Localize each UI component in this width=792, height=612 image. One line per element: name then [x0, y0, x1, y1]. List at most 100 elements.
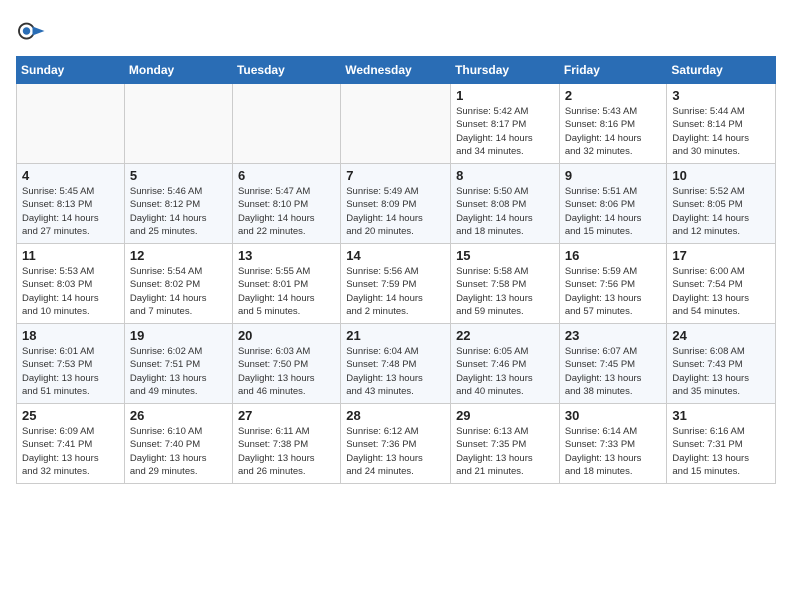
day-info: Sunrise: 6:11 AM Sunset: 7:38 PM Dayligh…	[238, 425, 335, 478]
day-number: 31	[672, 408, 770, 423]
logo-icon	[16, 16, 46, 46]
day-number: 13	[238, 248, 335, 263]
day-number: 2	[565, 88, 662, 103]
day-info: Sunrise: 5:58 AM Sunset: 7:58 PM Dayligh…	[456, 265, 554, 318]
calendar-cell	[232, 84, 340, 164]
day-info: Sunrise: 5:46 AM Sunset: 8:12 PM Dayligh…	[130, 185, 227, 238]
calendar-cell: 24 Sunrise: 6:08 AM Sunset: 7:43 PM Dayli…	[667, 324, 776, 404]
day-number: 14	[346, 248, 445, 263]
day-info: Sunrise: 6:10 AM Sunset: 7:40 PM Dayligh…	[130, 425, 227, 478]
day-info: Sunrise: 5:51 AM Sunset: 8:06 PM Dayligh…	[565, 185, 662, 238]
day-number: 9	[565, 168, 662, 183]
calendar-cell: 9 Sunrise: 5:51 AM Sunset: 8:06 PM Daylig…	[559, 164, 667, 244]
calendar-cell: 3 Sunrise: 5:44 AM Sunset: 8:14 PM Daylig…	[667, 84, 776, 164]
day-number: 29	[456, 408, 554, 423]
calendar-cell: 2 Sunrise: 5:43 AM Sunset: 8:16 PM Daylig…	[559, 84, 667, 164]
calendar-cell: 7Sunrise: 5:49 AM Sunset: 8:09 PM Daylig…	[341, 164, 451, 244]
calendar-cell: 23 Sunrise: 6:07 AM Sunset: 7:45 PM Dayli…	[559, 324, 667, 404]
day-number: 28	[346, 408, 445, 423]
day-info: Sunrise: 5:59 AM Sunset: 7:56 PM Dayligh…	[565, 265, 662, 318]
day-number: 11	[22, 248, 119, 263]
weekday-header-monday: Monday	[124, 57, 232, 84]
day-info: Sunrise: 5:53 AM Sunset: 8:03 PM Dayligh…	[22, 265, 119, 318]
day-number: 17	[672, 248, 770, 263]
day-info: Sunrise: 6:02 AM Sunset: 7:51 PM Dayligh…	[130, 345, 227, 398]
day-number: 8	[456, 168, 554, 183]
calendar-cell: 25 Sunrise: 6:09 AM Sunset: 7:41 PM Dayli…	[17, 404, 125, 484]
week-row-4: 18Sunrise: 6:01 AM Sunset: 7:53 PM Dayli…	[17, 324, 776, 404]
calendar-table: SundayMondayTuesdayWednesdayThursdayFrid…	[16, 56, 776, 484]
week-row-3: 11 Sunrise: 5:53 AM Sunset: 8:03 PM Dayli…	[17, 244, 776, 324]
day-info: Sunrise: 5:42 AM Sunset: 8:17 PM Dayligh…	[456, 105, 554, 158]
day-info: Sunrise: 6:01 AM Sunset: 7:53 PM Dayligh…	[22, 345, 119, 398]
day-info: Sunrise: 6:00 AM Sunset: 7:54 PM Dayligh…	[672, 265, 770, 318]
calendar-cell: 5 Sunrise: 5:46 AM Sunset: 8:12 PM Daylig…	[124, 164, 232, 244]
calendar-cell: 6Sunrise: 5:47 AM Sunset: 8:10 PM Daylig…	[232, 164, 340, 244]
calendar-cell: 11 Sunrise: 5:53 AM Sunset: 8:03 PM Dayli…	[17, 244, 125, 324]
weekday-header-sunday: Sunday	[17, 57, 125, 84]
day-info: Sunrise: 6:09 AM Sunset: 7:41 PM Dayligh…	[22, 425, 119, 478]
day-info: Sunrise: 6:07 AM Sunset: 7:45 PM Dayligh…	[565, 345, 662, 398]
day-info: Sunrise: 6:08 AM Sunset: 7:43 PM Dayligh…	[672, 345, 770, 398]
day-info: Sunrise: 6:04 AM Sunset: 7:48 PM Dayligh…	[346, 345, 445, 398]
day-info: Sunrise: 5:44 AM Sunset: 8:14 PM Dayligh…	[672, 105, 770, 158]
day-number: 15	[456, 248, 554, 263]
calendar-cell: 22 Sunrise: 6:05 AM Sunset: 7:46 PM Dayli…	[451, 324, 560, 404]
calendar-cell: 16Sunrise: 5:59 AM Sunset: 7:56 PM Dayli…	[559, 244, 667, 324]
calendar-cell: 10 Sunrise: 5:52 AM Sunset: 8:05 PM Dayli…	[667, 164, 776, 244]
calendar-cell: 29 Sunrise: 6:13 AM Sunset: 7:35 PM Dayli…	[451, 404, 560, 484]
day-number: 5	[130, 168, 227, 183]
day-number: 10	[672, 168, 770, 183]
calendar-cell: 12Sunrise: 5:54 AM Sunset: 8:02 PM Dayli…	[124, 244, 232, 324]
calendar-cell: 4Sunrise: 5:45 AM Sunset: 8:13 PM Daylig…	[17, 164, 125, 244]
week-row-1: 1 Sunrise: 5:42 AM Sunset: 8:17 PM Daylig…	[17, 84, 776, 164]
day-number: 25	[22, 408, 119, 423]
calendar-cell: 30Sunrise: 6:14 AM Sunset: 7:33 PM Dayli…	[559, 404, 667, 484]
week-row-2: 4Sunrise: 5:45 AM Sunset: 8:13 PM Daylig…	[17, 164, 776, 244]
calendar-cell: 17 Sunrise: 6:00 AM Sunset: 7:54 PM Dayli…	[667, 244, 776, 324]
weekday-header-row: SundayMondayTuesdayWednesdayThursdayFrid…	[17, 57, 776, 84]
day-info: Sunrise: 5:54 AM Sunset: 8:02 PM Dayligh…	[130, 265, 227, 318]
calendar-cell: 8 Sunrise: 5:50 AM Sunset: 8:08 PM Daylig…	[451, 164, 560, 244]
day-number: 3	[672, 88, 770, 103]
day-info: Sunrise: 5:55 AM Sunset: 8:01 PM Dayligh…	[238, 265, 335, 318]
day-number: 21	[346, 328, 445, 343]
day-info: Sunrise: 5:52 AM Sunset: 8:05 PM Dayligh…	[672, 185, 770, 238]
calendar-cell: 20 Sunrise: 6:03 AM Sunset: 7:50 PM Dayli…	[232, 324, 340, 404]
weekday-header-thursday: Thursday	[451, 57, 560, 84]
day-info: Sunrise: 5:43 AM Sunset: 8:16 PM Dayligh…	[565, 105, 662, 158]
day-info: Sunrise: 6:14 AM Sunset: 7:33 PM Dayligh…	[565, 425, 662, 478]
weekday-header-saturday: Saturday	[667, 57, 776, 84]
calendar-cell: 28 Sunrise: 6:12 AM Sunset: 7:36 PM Dayli…	[341, 404, 451, 484]
day-number: 26	[130, 408, 227, 423]
week-row-5: 25 Sunrise: 6:09 AM Sunset: 7:41 PM Dayli…	[17, 404, 776, 484]
day-number: 19	[130, 328, 227, 343]
weekday-header-tuesday: Tuesday	[232, 57, 340, 84]
calendar-cell: 1 Sunrise: 5:42 AM Sunset: 8:17 PM Daylig…	[451, 84, 560, 164]
calendar-cell: 14Sunrise: 5:56 AM Sunset: 7:59 PM Dayli…	[341, 244, 451, 324]
day-info: Sunrise: 6:12 AM Sunset: 7:36 PM Dayligh…	[346, 425, 445, 478]
calendar-cell	[124, 84, 232, 164]
day-number: 23	[565, 328, 662, 343]
logo	[16, 16, 50, 46]
calendar-cell: 21 Sunrise: 6:04 AM Sunset: 7:48 PM Dayli…	[341, 324, 451, 404]
day-info: Sunrise: 6:13 AM Sunset: 7:35 PM Dayligh…	[456, 425, 554, 478]
day-info: Sunrise: 5:50 AM Sunset: 8:08 PM Dayligh…	[456, 185, 554, 238]
day-info: Sunrise: 5:47 AM Sunset: 8:10 PM Dayligh…	[238, 185, 335, 238]
day-number: 1	[456, 88, 554, 103]
calendar-cell: 19 Sunrise: 6:02 AM Sunset: 7:51 PM Dayli…	[124, 324, 232, 404]
day-info: Sunrise: 6:03 AM Sunset: 7:50 PM Dayligh…	[238, 345, 335, 398]
day-info: Sunrise: 6:05 AM Sunset: 7:46 PM Dayligh…	[456, 345, 554, 398]
weekday-header-friday: Friday	[559, 57, 667, 84]
day-info: Sunrise: 6:16 AM Sunset: 7:31 PM Dayligh…	[672, 425, 770, 478]
day-number: 24	[672, 328, 770, 343]
day-info: Sunrise: 5:45 AM Sunset: 8:13 PM Dayligh…	[22, 185, 119, 238]
day-number: 20	[238, 328, 335, 343]
calendar-cell: 15 Sunrise: 5:58 AM Sunset: 7:58 PM Dayli…	[451, 244, 560, 324]
calendar-cell: 13 Sunrise: 5:55 AM Sunset: 8:01 PM Dayli…	[232, 244, 340, 324]
day-info: Sunrise: 5:49 AM Sunset: 8:09 PM Dayligh…	[346, 185, 445, 238]
weekday-header-wednesday: Wednesday	[341, 57, 451, 84]
day-number: 22	[456, 328, 554, 343]
calendar-cell: 18Sunrise: 6:01 AM Sunset: 7:53 PM Dayli…	[17, 324, 125, 404]
calendar-cell	[341, 84, 451, 164]
